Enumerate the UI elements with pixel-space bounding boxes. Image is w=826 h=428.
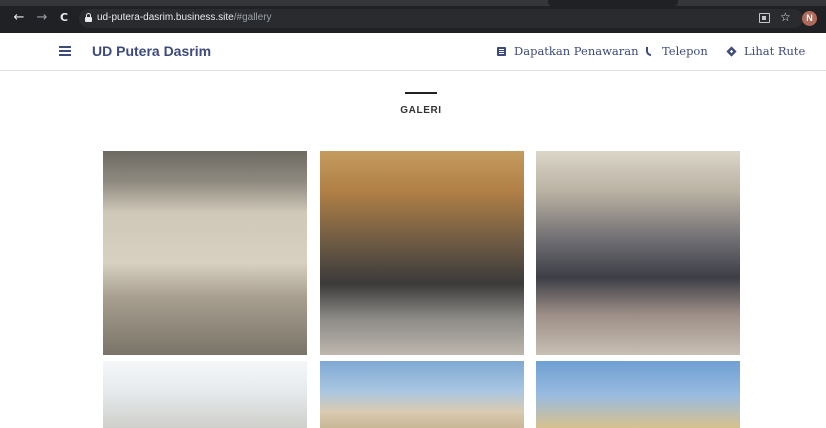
browser-toolbar: ← → C ud-putera-dasrim.business.site/#ga… — [0, 0, 826, 33]
site-header: UD Putera Dasrim Dapatkan Penawaran Tele… — [0, 33, 826, 71]
phone-link[interactable]: Telepon — [645, 44, 708, 59]
active-tab[interactable] — [548, 0, 678, 6]
phone-icon — [645, 47, 654, 56]
gallery-photo-6[interactable] — [536, 361, 740, 428]
tab-strip — [0, 0, 826, 6]
gallery-photo-3[interactable] — [536, 151, 740, 355]
get-quote-link[interactable]: Dapatkan Penawaran — [497, 44, 639, 59]
bookmark-star-icon[interactable]: ☆ — [780, 11, 791, 24]
gallery-title: GALERI — [400, 105, 442, 116]
section-divider — [405, 92, 437, 94]
gallery-photo-1[interactable] — [103, 151, 307, 355]
directions-label: Lihat Rute — [744, 44, 806, 58]
get-quote-label: Dapatkan Penawaran — [514, 44, 639, 58]
phone-label: Telepon — [662, 44, 708, 58]
url-path: /#gallery — [233, 12, 272, 23]
quote-doc-icon — [497, 47, 506, 56]
translate-icon[interactable] — [759, 13, 770, 23]
lock-icon[interactable] — [85, 13, 92, 22]
directions-icon — [726, 46, 737, 57]
gallery-photo-2[interactable] — [320, 151, 524, 355]
directions-link[interactable]: Lihat Rute — [726, 44, 806, 59]
menu-icon[interactable] — [59, 46, 71, 56]
back-icon[interactable]: ← — [12, 11, 26, 25]
address-url[interactable]: ud-putera-dasrim.business.site/#gallery — [97, 12, 272, 24]
site-brand[interactable]: UD Putera Dasrim — [92, 43, 211, 60]
gallery-photo-4[interactable] — [103, 361, 307, 428]
profile-avatar[interactable]: N — [802, 11, 817, 26]
gallery-photo-5[interactable] — [320, 361, 524, 428]
forward-icon[interactable]: → — [35, 11, 49, 25]
url-host: ud-putera-dasrim.business.site — [97, 12, 234, 23]
reload-icon[interactable]: C — [57, 11, 71, 25]
